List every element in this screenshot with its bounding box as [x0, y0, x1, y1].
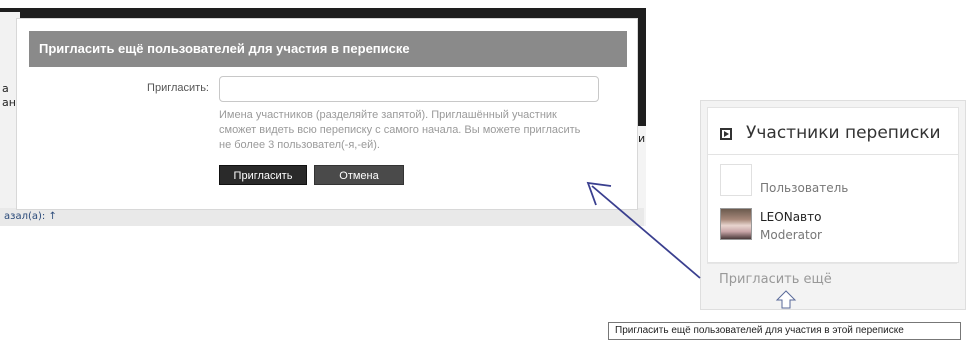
participant-role: Moderator — [760, 228, 822, 242]
invite-more-link[interactable]: Пригласить ещё — [719, 272, 832, 287]
invite-label: Пригласить: — [147, 82, 209, 94]
modal-title: Пригласить ещё пользователей для участия… — [29, 31, 627, 67]
invite-hint: Имена участников (разделяйте запятой). П… — [219, 109, 581, 151]
participant-role: Пользователь — [760, 181, 849, 195]
panel-divider — [708, 154, 958, 155]
invite-input[interactable] — [219, 76, 599, 102]
play-square-icon — [720, 128, 732, 140]
background-text-fragment: и — [638, 132, 646, 145]
participant-name[interactable]: LEONавто — [760, 210, 821, 224]
invite-button[interactable]: Пригласить — [219, 165, 307, 185]
background-footer: азал(а): ↑ — [0, 208, 644, 226]
tooltip: Пригласить ещё пользователей для участия… — [608, 322, 961, 340]
panel-divider — [707, 263, 957, 264]
background-text-fragment: ан — [2, 96, 16, 109]
cancel-button[interactable]: Отмена — [314, 165, 404, 185]
participants-box: Участники переписки Пользователь LEONавт… — [707, 107, 959, 263]
invite-modal: Пригласить ещё пользователей для участия… — [16, 18, 638, 210]
panel-title: Участники переписки — [746, 123, 941, 143]
avatar[interactable] — [720, 208, 752, 240]
background-text-fragment: а — [2, 82, 9, 95]
participants-panel: Участники переписки Пользователь LEONавт… — [700, 100, 966, 310]
avatar[interactable] — [720, 164, 752, 196]
